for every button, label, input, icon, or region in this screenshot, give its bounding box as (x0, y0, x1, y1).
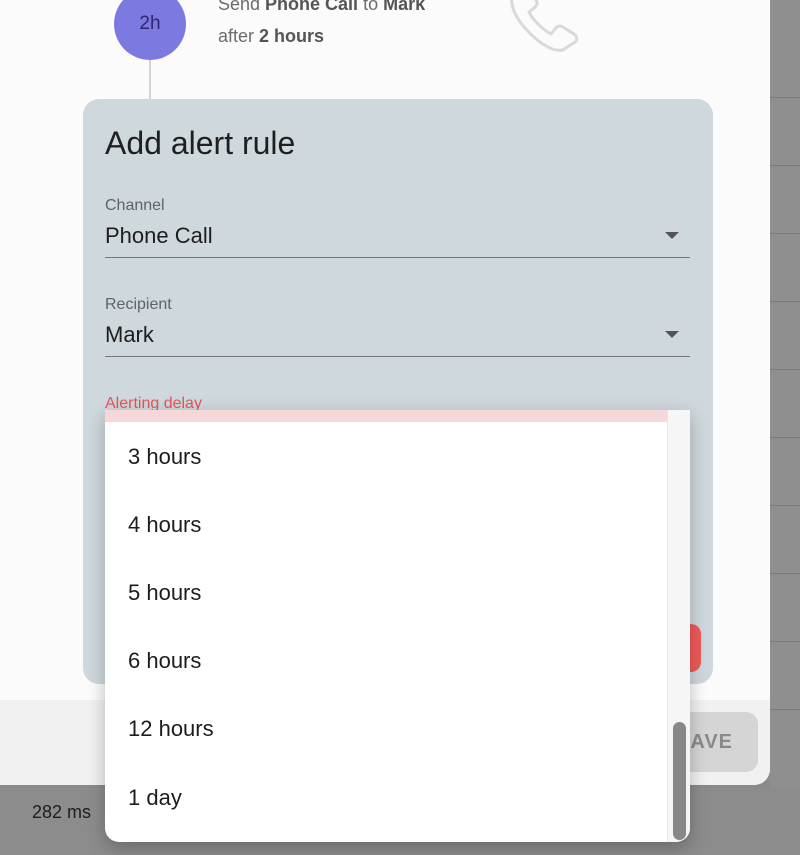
recipient-chevron-down-icon[interactable] (665, 331, 679, 338)
background-table (770, 0, 800, 855)
channel-underline (105, 257, 690, 258)
channel-select[interactable]: Phone Call (105, 223, 213, 249)
recipient-underline (105, 356, 690, 357)
step-description: Send Phone Call to Mark after 2 hours (218, 0, 426, 46)
recipient-select[interactable]: Mark (105, 322, 154, 348)
scrollbar-thumb[interactable] (673, 722, 686, 840)
dropdown-option[interactable]: 3 hours (128, 444, 201, 470)
dropdown-option[interactable]: 6 hours (128, 648, 201, 674)
timeline-connector (149, 56, 151, 100)
card-title: Add alert rule (105, 125, 296, 161)
response-time: 282 ms (32, 802, 92, 822)
dropdown-option[interactable]: 5 hours (128, 580, 201, 606)
dropdown-scrollbar[interactable] (667, 410, 690, 842)
alerting-delay-dropdown[interactable]: 3 hours 4 hours 5 hours 6 hours 12 hours… (105, 410, 690, 842)
selected-option-highlight (105, 410, 667, 422)
channel-chevron-down-icon[interactable] (665, 232, 679, 239)
dropdown-option[interactable]: 4 hours (128, 512, 201, 538)
recipient-label: Recipient (105, 296, 172, 313)
dropdown-option[interactable]: 12 hours (128, 716, 214, 742)
phone-icon (510, 0, 579, 52)
dropdown-option[interactable]: 1 day (128, 785, 182, 811)
step-delay-badge[interactable]: 2h (114, 0, 186, 60)
channel-label: Channel (105, 197, 165, 214)
